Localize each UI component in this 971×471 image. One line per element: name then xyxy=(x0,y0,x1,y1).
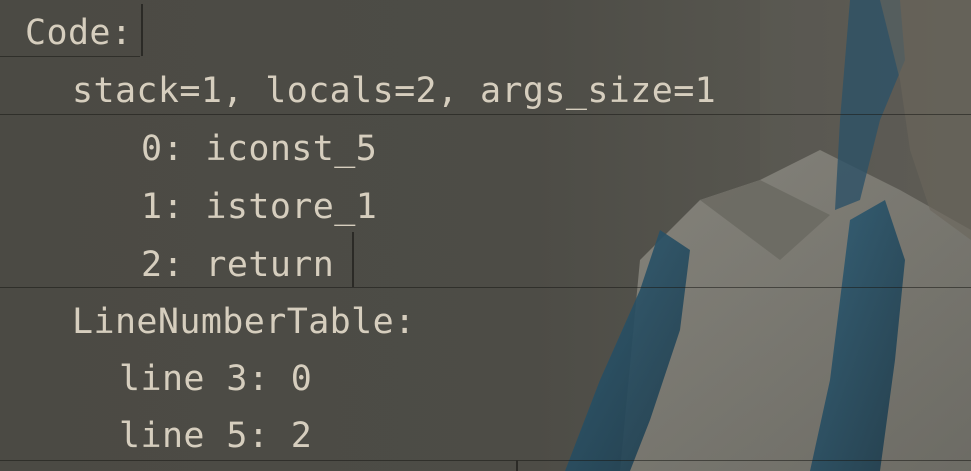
line-number-entry: line 3: 0 xyxy=(119,359,313,399)
line-number-entry: line 5: 2 xyxy=(119,416,313,456)
text-cursor xyxy=(141,4,143,56)
separator-line xyxy=(0,114,971,115)
terminal-window: Code: stack=1, locals=2, args_size=1 0: … xyxy=(0,0,971,471)
separator-line xyxy=(0,287,971,288)
bytecode-instruction: 2: return xyxy=(141,245,335,285)
text-cursor xyxy=(516,460,518,471)
line-number-table-header: LineNumberTable: xyxy=(72,302,416,342)
text-cursor xyxy=(352,232,354,287)
bytecode-instruction: 0: iconst_5 xyxy=(141,129,378,169)
separator-line xyxy=(0,460,971,461)
bytecode-instruction: 1: istore_1 xyxy=(141,187,378,227)
code-header: Code: xyxy=(25,13,133,53)
stack-info-line: stack=1, locals=2, args_size=1 xyxy=(72,71,717,111)
separator-line xyxy=(0,56,140,57)
